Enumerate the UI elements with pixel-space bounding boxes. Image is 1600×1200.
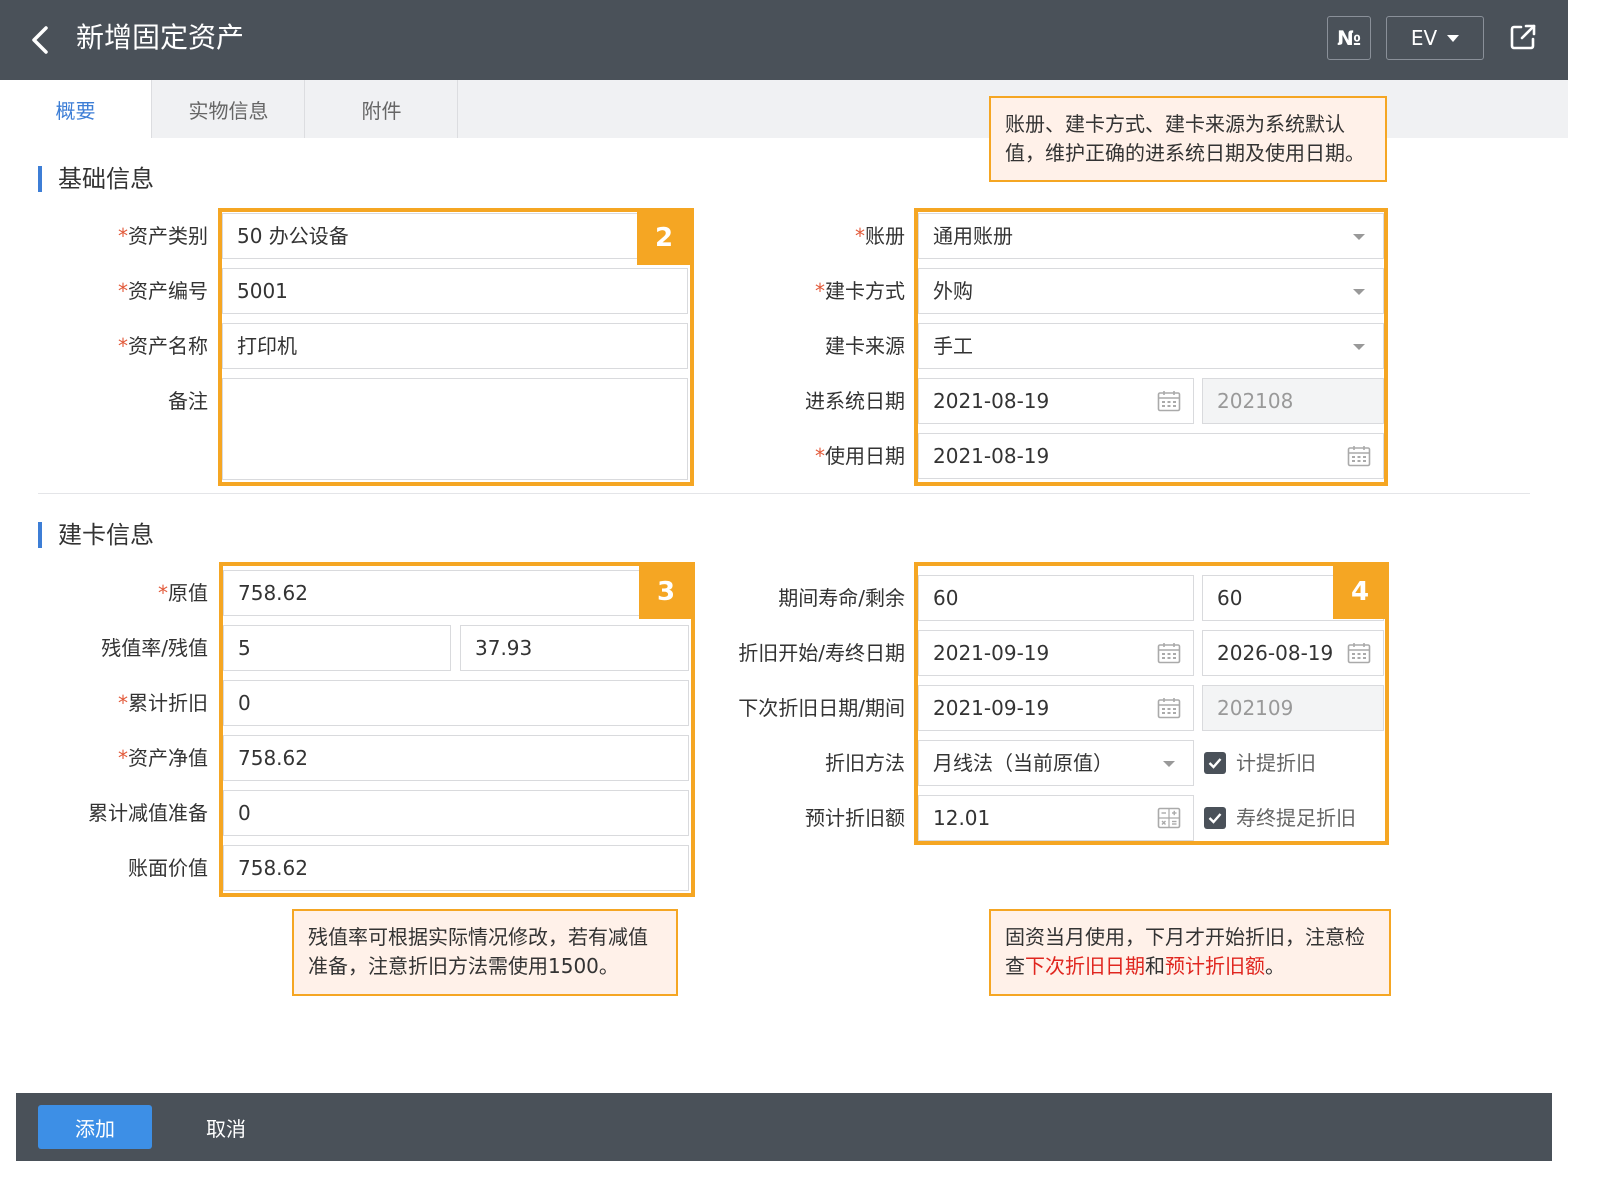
- use-date-label: *使用日期: [815, 444, 905, 468]
- entry-period-field: 202108: [1202, 378, 1384, 424]
- badge-3: 3: [639, 565, 693, 619]
- code-label: *资产编号: [118, 279, 208, 303]
- add-button[interactable]: 添加: [38, 1105, 152, 1149]
- life-label: 期间寿命/剩余: [778, 586, 905, 610]
- accrue-dep-checkbox[interactable]: 计提折旧: [1204, 740, 1316, 786]
- remark-textarea[interactable]: [222, 378, 688, 480]
- entry-date-label: 进系统日期: [805, 389, 905, 413]
- book-select[interactable]: 通用账册: [918, 213, 1384, 259]
- residual-rate-field[interactable]: 5: [223, 625, 451, 671]
- calendar-icon: [1347, 446, 1371, 467]
- dep-start-date-picker[interactable]: 2021-09-19: [918, 630, 1194, 676]
- life-field[interactable]: 60: [918, 575, 1194, 621]
- asset-name-field[interactable]: 打印机: [222, 323, 688, 369]
- card-method-select[interactable]: 外购: [918, 268, 1384, 314]
- impairment-label: 累计减值准备: [88, 801, 208, 825]
- language-dropdown[interactable]: EV: [1386, 16, 1484, 60]
- tab-attachments[interactable]: 附件: [306, 80, 458, 138]
- card-source-select[interactable]: 手工: [918, 323, 1384, 369]
- dropdown-caret-icon: [1353, 289, 1365, 295]
- card-source-label: 建卡来源: [825, 334, 905, 358]
- badge-2: 2: [637, 211, 691, 265]
- category-label: *资产类别: [118, 224, 208, 248]
- asset-code-field[interactable]: 5001: [222, 268, 688, 314]
- residual-value-field[interactable]: 37.93: [460, 625, 689, 671]
- badge-4: 4: [1333, 565, 1387, 619]
- book-value-field[interactable]: 758.62: [223, 845, 689, 891]
- full-dep-label: 寿终提足折旧: [1236, 806, 1356, 830]
- name-label: *资产名称: [118, 334, 208, 358]
- dropdown-caret-icon: [1353, 234, 1365, 240]
- section-card-info: 建卡信息: [38, 522, 154, 548]
- net-value-field[interactable]: 758.62: [223, 735, 689, 781]
- accum-dep-label: *累计折旧: [118, 691, 208, 715]
- net-value-label: *资产净值: [118, 746, 208, 770]
- calculator-icon: [1157, 807, 1181, 829]
- tab-overview[interactable]: 概要: [0, 80, 152, 138]
- original-value-field[interactable]: 758.62: [223, 570, 689, 616]
- remark-label: 备注: [168, 389, 208, 413]
- dropdown-caret-icon: [1163, 761, 1175, 767]
- caret-down-icon: [1447, 34, 1460, 42]
- use-date-picker[interactable]: 2021-08-19: [918, 433, 1384, 479]
- dep-end-date-picker[interactable]: 2026-08-19: [1202, 630, 1384, 676]
- checkmark-icon: [1204, 807, 1226, 829]
- next-dep-label: 下次折旧日期/期间: [738, 696, 905, 720]
- note-residual-rate: 残值率可根据实际情况修改，若有减值准备，注意折旧方法需使用1500。: [292, 909, 678, 996]
- full-dep-checkbox[interactable]: 寿终提足折旧: [1204, 795, 1356, 841]
- back-arrow-icon[interactable]: [26, 22, 56, 58]
- card-method-label: *建卡方式: [815, 279, 905, 303]
- est-dep-field[interactable]: 12.01: [918, 795, 1194, 841]
- calendar-icon: [1157, 698, 1181, 719]
- cancel-button[interactable]: 取消: [196, 1105, 256, 1149]
- original-value-label: *原值: [158, 581, 208, 605]
- accrue-dep-label: 计提折旧: [1236, 751, 1316, 775]
- est-dep-label: 预计折旧额: [805, 806, 905, 830]
- tab-physical-info[interactable]: 实物信息: [153, 80, 305, 138]
- note-depreciation-start: 固资当月使用，下月才开始折旧，注意检查下次折旧日期和预计折旧额。: [989, 909, 1391, 996]
- share-icon[interactable]: [1508, 22, 1538, 52]
- residual-label: 残值率/残值: [101, 636, 208, 660]
- entry-date-picker[interactable]: 2021-08-19: [918, 378, 1194, 424]
- book-value-label: 账面价值: [128, 856, 208, 880]
- dep-method-select[interactable]: 月线法（当前原值）: [918, 740, 1194, 786]
- dropdown-caret-icon: [1353, 344, 1365, 350]
- calendar-icon: [1157, 643, 1181, 664]
- page-title: 新增固定资产: [76, 21, 245, 54]
- next-dep-date-picker[interactable]: 2021-09-19: [918, 685, 1194, 731]
- note-default-values: 账册、建卡方式、建卡来源为系统默认值，维护正确的进系统日期及使用日期。: [989, 96, 1387, 182]
- number-icon: №: [1336, 26, 1362, 50]
- dep-method-label: 折旧方法: [825, 751, 905, 775]
- impairment-field[interactable]: 0: [223, 790, 689, 836]
- calendar-icon: [1347, 643, 1371, 664]
- book-label: *账册: [855, 224, 905, 248]
- section-divider: [38, 493, 1530, 494]
- section-basic-info: 基础信息: [38, 166, 154, 192]
- accum-dep-field[interactable]: 0: [223, 680, 689, 726]
- number-button[interactable]: №: [1327, 16, 1371, 60]
- asset-category-field[interactable]: 50 办公设备: [222, 213, 688, 259]
- language-label: EV: [1410, 26, 1438, 50]
- next-period-field: 202109: [1202, 685, 1384, 731]
- checkmark-icon: [1204, 752, 1226, 774]
- calendar-icon: [1157, 391, 1181, 412]
- dep-start-label: 折旧开始/寿终日期: [738, 641, 905, 665]
